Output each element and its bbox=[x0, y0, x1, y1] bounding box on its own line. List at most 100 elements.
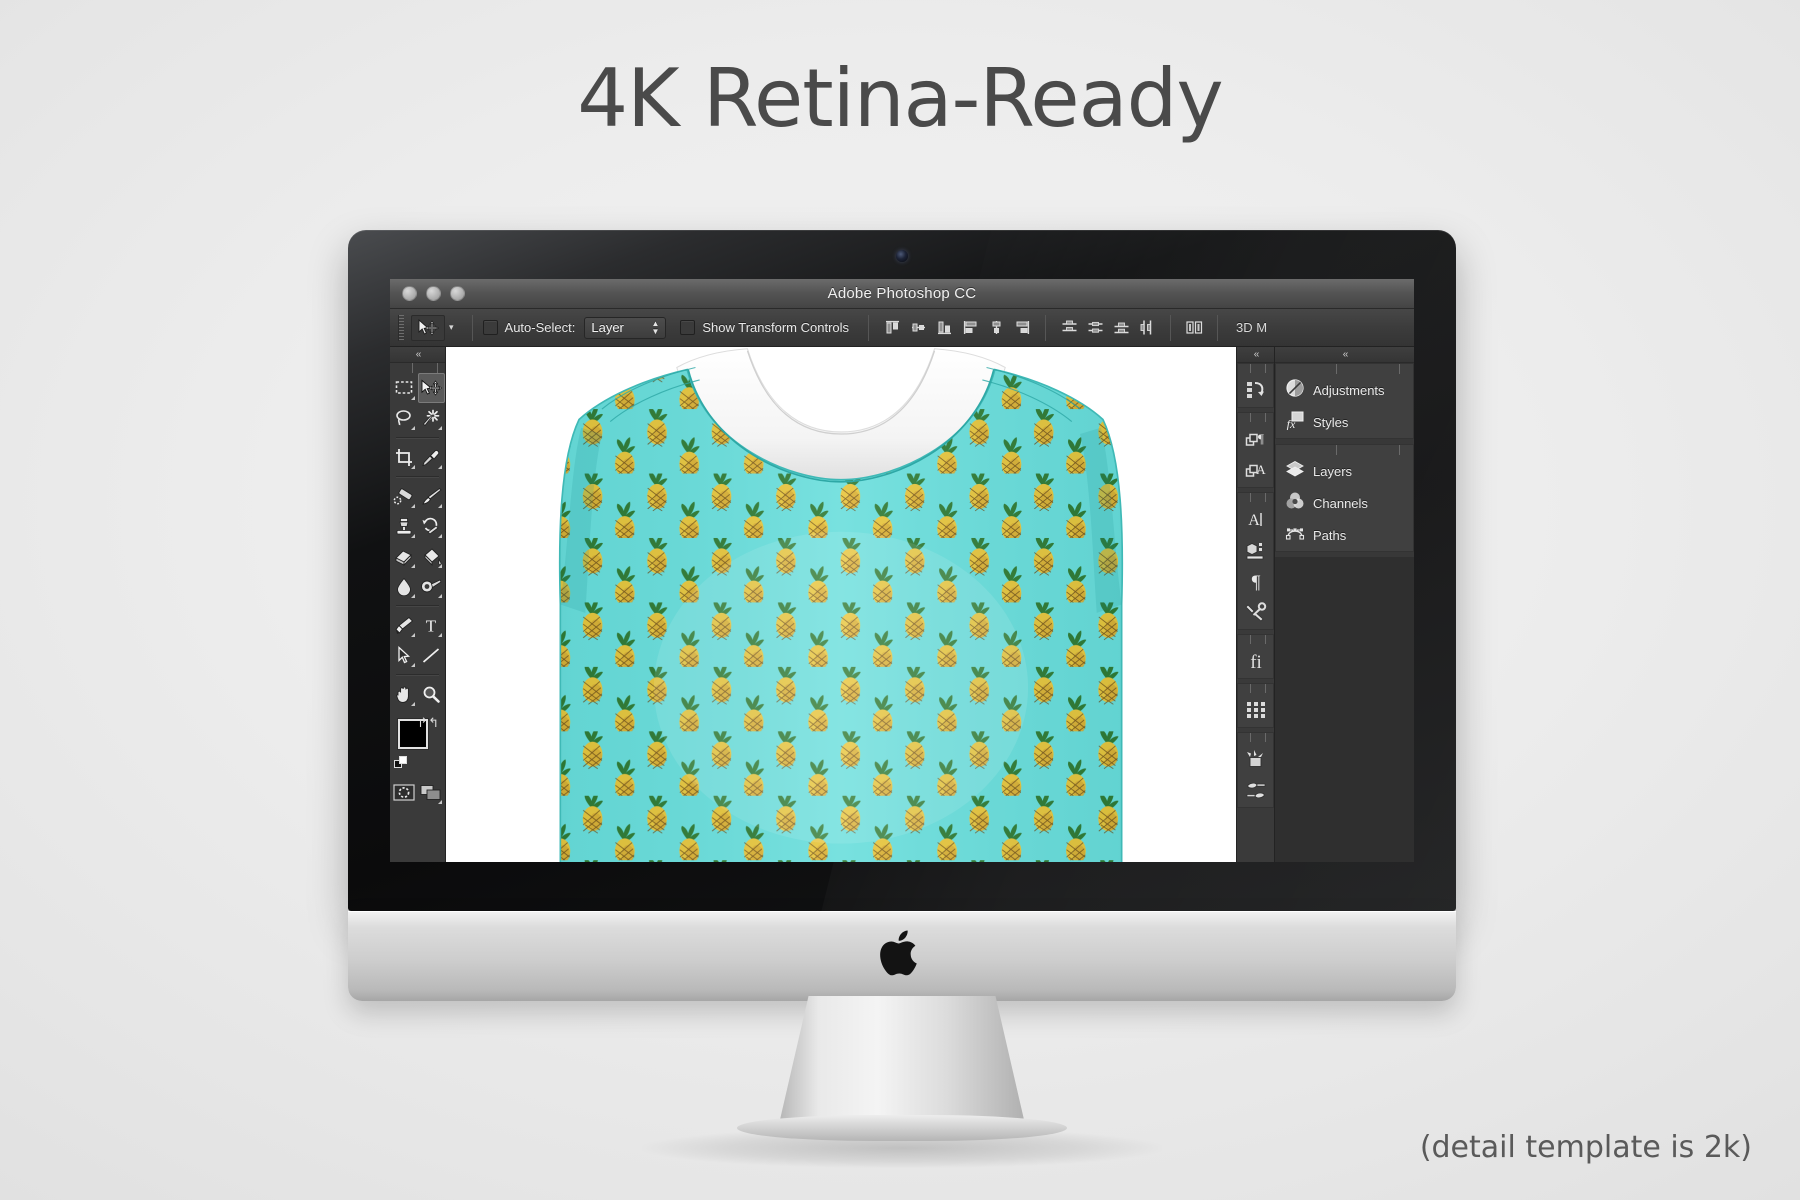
eraser-tool[interactable] bbox=[390, 541, 418, 571]
dock-group-styles: ¶ A bbox=[1237, 412, 1274, 488]
path-selection-tool[interactable] bbox=[390, 640, 418, 670]
options-separator-5 bbox=[1217, 314, 1219, 341]
panel-tab-adjustments[interactable]: Adjustments bbox=[1276, 374, 1413, 406]
distribute-left-edges-icon[interactable] bbox=[1134, 315, 1160, 341]
default-colors-icon[interactable] bbox=[394, 756, 408, 775]
dock-grip[interactable] bbox=[1238, 635, 1273, 644]
monitor-stand-neck bbox=[779, 996, 1025, 1124]
dock-grip[interactable] bbox=[1238, 684, 1273, 693]
screen-mode-icon[interactable] bbox=[418, 777, 446, 807]
kuler-grid-icon[interactable] bbox=[1238, 694, 1273, 725]
paragraph-styles-icon[interactable]: ¶ bbox=[1238, 423, 1273, 454]
clone-stamp-tool[interactable] bbox=[390, 511, 418, 541]
channels-icon bbox=[1285, 491, 1305, 516]
window-title-bar: Adobe Photoshop CC bbox=[390, 279, 1414, 309]
properties-icon[interactable] bbox=[1238, 534, 1273, 565]
dodge-tool[interactable] bbox=[418, 571, 446, 601]
tool-divider-2 bbox=[396, 476, 439, 477]
paragraph-icon[interactable]: ¶ bbox=[1238, 565, 1273, 596]
document-canvas[interactable] bbox=[446, 347, 1236, 862]
distribute-horizontal-centers-icon[interactable] bbox=[1181, 315, 1207, 341]
magic-wand-tool[interactable] bbox=[418, 403, 446, 433]
panels-collapse-button[interactable]: « bbox=[1275, 347, 1414, 363]
flyout-indicator-icon bbox=[438, 564, 442, 568]
dock-collapse-button[interactable]: « bbox=[1237, 347, 1274, 363]
crop-tool[interactable] bbox=[390, 442, 418, 472]
3d-mode-label: 3D M bbox=[1236, 320, 1268, 335]
eyedropper-tool[interactable] bbox=[418, 442, 446, 472]
history-brush-tool[interactable] bbox=[418, 511, 446, 541]
tool-preset-caret-icon[interactable]: ▾ bbox=[449, 322, 454, 333]
swap-colors-icon[interactable]: ↱↰ bbox=[417, 715, 439, 731]
brushes-icon[interactable] bbox=[1238, 774, 1273, 805]
auto-select-dropdown[interactable]: Layer ▲ ▼ bbox=[584, 316, 667, 339]
line-tool[interactable] bbox=[418, 640, 446, 670]
workspace: « T ↱↰ « ¶ A A ¶ fi « Adjustments fx Sty… bbox=[390, 347, 1414, 862]
align-horizontal-centers-icon[interactable] bbox=[983, 315, 1009, 341]
close-button[interactable] bbox=[402, 286, 417, 301]
zoom-tool[interactable] bbox=[418, 679, 446, 709]
align-top-edges-icon[interactable] bbox=[879, 315, 905, 341]
paint-bucket-tool[interactable] bbox=[418, 541, 446, 571]
tool-divider-3 bbox=[396, 605, 439, 606]
photoshop-window: Adobe Photoshop CC ▾ Auto-Select: Layer … bbox=[390, 279, 1414, 862]
align-bottom-edges-icon[interactable] bbox=[931, 315, 957, 341]
panel-grip[interactable] bbox=[1276, 445, 1413, 455]
dock-grip[interactable] bbox=[1238, 493, 1273, 502]
distribute-bottom-edges-icon[interactable] bbox=[1108, 315, 1134, 341]
options-separator-2 bbox=[868, 314, 870, 341]
dock-group-kuler bbox=[1237, 683, 1274, 728]
pen-tool[interactable] bbox=[390, 610, 418, 640]
flyout-indicator-icon bbox=[410, 426, 415, 430]
tool-divider bbox=[396, 437, 439, 438]
dock-grip[interactable] bbox=[1238, 413, 1273, 422]
panel-tab-layers[interactable]: Layers bbox=[1276, 455, 1413, 487]
rectangular-marquee-tool[interactable] bbox=[390, 373, 418, 403]
brush-presets-icon[interactable] bbox=[1238, 743, 1273, 774]
imac-mockup: Adobe Photoshop CC ▾ Auto-Select: Layer … bbox=[348, 230, 1456, 1180]
tools-panel: « T ↱↰ bbox=[390, 347, 446, 862]
lasso-tool[interactable] bbox=[390, 403, 418, 433]
panel-tab-channels[interactable]: Channels bbox=[1276, 487, 1413, 519]
distribute-vertical-centers-icon[interactable] bbox=[1082, 315, 1108, 341]
dock-group-brushes bbox=[1237, 732, 1274, 808]
blur-tool[interactable] bbox=[390, 571, 418, 601]
brush-tool[interactable] bbox=[418, 481, 446, 511]
history-icon[interactable] bbox=[1238, 374, 1273, 405]
move-tool-icon[interactable] bbox=[411, 314, 445, 341]
canvas-area[interactable] bbox=[446, 347, 1236, 862]
panel-tab-styles[interactable]: fx Styles bbox=[1276, 406, 1413, 438]
horizontal-type-tool[interactable]: T bbox=[418, 610, 446, 640]
dock-grip[interactable] bbox=[1238, 364, 1273, 373]
spot-healing-brush-tool[interactable] bbox=[390, 481, 418, 511]
character-icon[interactable]: A bbox=[1238, 503, 1273, 534]
window-title: Adobe Photoshop CC bbox=[827, 285, 977, 302]
tool-presets-icon[interactable] bbox=[1238, 596, 1273, 627]
glyphs-icon[interactable]: fi bbox=[1238, 645, 1273, 676]
facetime-camera-icon bbox=[896, 250, 908, 262]
auto-select-checkbox[interactable] bbox=[482, 320, 498, 335]
panel-grip[interactable] bbox=[1276, 364, 1413, 374]
align-right-edges-icon[interactable] bbox=[1009, 315, 1035, 341]
flyout-indicator-icon bbox=[410, 396, 415, 400]
adjustments-label: Adjustments bbox=[1313, 382, 1385, 398]
distribute-top-edges-icon[interactable] bbox=[1056, 315, 1082, 341]
minimize-button[interactable] bbox=[426, 286, 441, 301]
align-vertical-centers-icon[interactable] bbox=[905, 315, 931, 341]
move-tool[interactable] bbox=[417, 373, 445, 403]
tools-panel-grip[interactable] bbox=[390, 363, 445, 373]
hand-tool[interactable] bbox=[390, 679, 418, 709]
layers-icon bbox=[1285, 459, 1305, 484]
dock-grip[interactable] bbox=[1238, 733, 1273, 742]
options-bar: ▾ Auto-Select: Layer ▲ ▼ Show Transform C… bbox=[390, 309, 1414, 347]
tools-collapse-button[interactable]: « bbox=[390, 347, 445, 363]
panel-tab-paths[interactable]: Paths bbox=[1276, 519, 1413, 551]
zoom-button[interactable] bbox=[450, 286, 465, 301]
options-bar-grip[interactable] bbox=[398, 314, 404, 341]
show-transform-controls-checkbox[interactable] bbox=[680, 320, 696, 335]
auto-select-value: Layer bbox=[591, 320, 624, 335]
character-styles-icon[interactable]: A bbox=[1238, 454, 1273, 485]
options-separator-3 bbox=[1045, 314, 1047, 341]
quick-mask-icon[interactable] bbox=[390, 777, 418, 807]
align-left-edges-icon[interactable] bbox=[957, 315, 983, 341]
